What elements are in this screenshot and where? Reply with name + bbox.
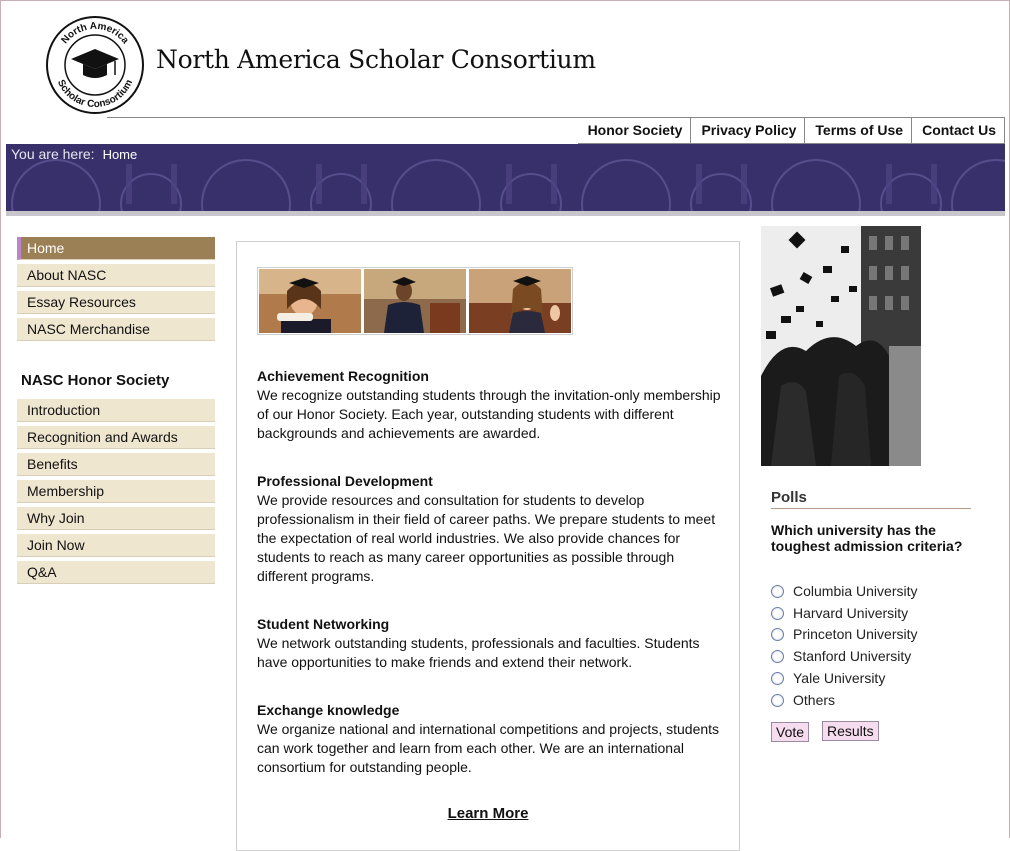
section-body: We recognize outstanding students throug…: [257, 387, 721, 441]
nav-terms-of-use[interactable]: Terms of Use: [804, 117, 911, 143]
section-body: We organize national and international c…: [257, 721, 720, 775]
polls-title: Polls: [771, 489, 807, 506]
graduation-photo: [761, 226, 921, 466]
sidebar-item-qa[interactable]: Q&A: [17, 561, 215, 584]
results-button[interactable]: Results: [822, 721, 879, 741]
graduate-photo: [364, 269, 466, 333]
main-nav: Home About NASC Essay Resources NASC Mer…: [17, 237, 215, 345]
nasc-logo: North America Scholar Consortium: [46, 16, 144, 114]
sidebar-item-benefits[interactable]: Benefits: [17, 453, 215, 476]
poll-option-stanford[interactable]: Stanford University: [771, 646, 911, 666]
section-body: We network outstanding students, profess…: [257, 635, 700, 670]
radio-button[interactable]: [771, 649, 784, 663]
section-networking: Student Networking We network outstandin…: [257, 615, 727, 672]
radio-button[interactable]: [771, 584, 784, 598]
section-title: Professional Development: [257, 473, 433, 489]
site-title: North America Scholar Consortium: [156, 45, 596, 74]
nav-honor-society[interactable]: Honor Society: [578, 117, 691, 143]
breadcrumb-label: You are here:: [11, 146, 95, 162]
poll-option-label: Harvard University: [793, 605, 909, 621]
honor-society-heading: NASC Honor Society: [21, 372, 170, 389]
breadcrumb: You are here: Home: [11, 146, 137, 162]
sidebar-item-recognition[interactable]: Recognition and Awards: [17, 426, 215, 449]
poll-option-label: Princeton University: [793, 626, 918, 642]
poll-option-label: Columbia University: [793, 583, 918, 599]
radio-button[interactable]: [771, 693, 784, 707]
polls-divider: [771, 508, 971, 509]
poll-option-princeton[interactable]: Princeton University: [771, 624, 918, 644]
main-content: Achievement Recognition We recognize out…: [236, 241, 740, 851]
section-body: We provide resources and consultation fo…: [257, 492, 716, 584]
sidebar-item-membership[interactable]: Membership: [17, 480, 215, 503]
radio-button[interactable]: [771, 606, 784, 620]
vote-button[interactable]: Vote: [771, 722, 810, 742]
poll-option-columbia[interactable]: Columbia University: [771, 581, 917, 601]
nav-privacy-policy[interactable]: Privacy Policy: [690, 117, 804, 143]
nav-divider: [107, 117, 1004, 118]
section-professional: Professional Development We provide reso…: [257, 472, 727, 586]
breadcrumb-home-link[interactable]: Home: [103, 147, 138, 162]
section-title: Achievement Recognition: [257, 368, 429, 384]
learn-more-link[interactable]: Learn More: [237, 805, 739, 822]
sidebar-item-join-now[interactable]: Join Now: [17, 534, 215, 557]
poll-option-others[interactable]: Others: [771, 690, 835, 710]
top-nav: Honor Society Privacy Policy Terms of Us…: [577, 117, 1005, 144]
poll-option-yale[interactable]: Yale University: [771, 668, 885, 688]
poll-option-label: Others: [793, 692, 836, 708]
header-banner: [6, 144, 1005, 211]
section-achievement: Achievement Recognition We recognize out…: [257, 367, 727, 443]
poll-option-label: Yale University: [793, 670, 886, 686]
banner-pattern: [11, 159, 1005, 211]
radio-button[interactable]: [771, 671, 784, 685]
section-title: Student Networking: [257, 616, 390, 632]
section-title: Exchange knowledge: [257, 702, 400, 718]
poll-option-harvard[interactable]: Harvard University: [771, 603, 908, 623]
section-exchange: Exchange knowledge We organize national …: [257, 701, 727, 777]
sidebar-item-essay-resources[interactable]: Essay Resources: [17, 291, 215, 314]
photo-strip: [257, 267, 573, 335]
radio-button[interactable]: [771, 627, 784, 641]
banner-shadow: [6, 211, 1005, 216]
poll-question: Which university has the toughest admiss…: [771, 522, 963, 554]
graduate-photo: [469, 269, 571, 333]
sidebar-item-introduction[interactable]: Introduction: [17, 399, 215, 422]
honor-nav: Introduction Recognition and Awards Bene…: [17, 399, 215, 588]
sidebar-item-about[interactable]: About NASC: [17, 264, 215, 287]
sidebar-item-merchandise[interactable]: NASC Merchandise: [17, 318, 215, 341]
sidebar-item-why-join[interactable]: Why Join: [17, 507, 215, 530]
poll-option-label: Stanford University: [793, 648, 912, 664]
graduate-photo: [259, 269, 361, 333]
nav-contact-us[interactable]: Contact Us: [911, 117, 1005, 143]
sidebar-item-home[interactable]: Home: [17, 237, 215, 260]
